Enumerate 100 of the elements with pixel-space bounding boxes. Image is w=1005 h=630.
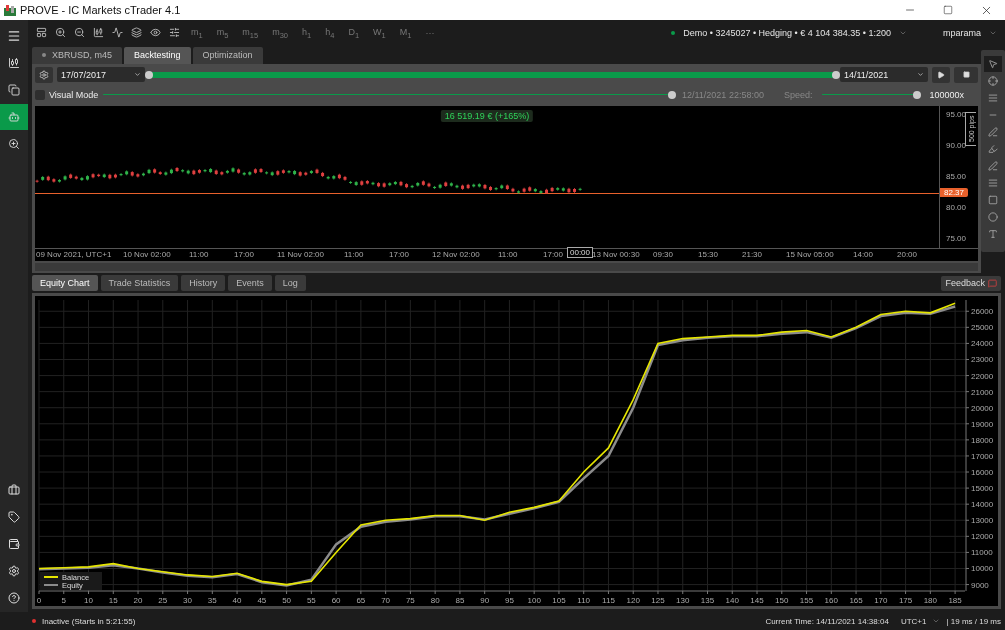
axis-label: 24000 [971,339,994,349]
axis-label: 9000 [971,580,989,590]
candlestick-icon [8,57,20,69]
axis-label: 25000 [971,323,994,333]
price-tag: 82.37 [940,188,969,198]
robot-icon [8,111,20,123]
axis-label: 35 [207,596,217,605]
zoom-out-icon[interactable] [74,27,85,39]
axis-label: 5 [61,596,66,605]
axis-label: 30 [183,596,192,605]
axis-label: 40 [232,596,242,605]
timeframe-button[interactable]: m$_{15}$ [239,26,262,40]
axis-label: 10 [84,596,93,605]
settings-button[interactable] [35,66,53,83]
axis-label: 13000 [971,516,994,526]
axis-label: 18000 [971,435,994,445]
caret-icon [917,71,924,79]
axis-label: 70 [381,596,391,605]
axis-label: 180 [923,596,937,605]
settings-icon[interactable] [169,27,180,39]
window-title: PROVE - IC Markets cTrader 4.1 [20,4,182,16]
chart-tab[interactable]: XBRUSD, m45 [32,46,123,64]
results-tab[interactable]: Equity Chart [32,275,98,291]
axis-label: 22000 [971,371,994,381]
axis-label: 85.00 [946,171,967,181]
chart-tab[interactable]: Optimization [192,46,263,64]
axis-label: 115 [602,596,615,605]
chart-tab[interactable]: Backtesting [124,46,191,64]
axis-label: 120 [626,596,640,605]
end-date-field[interactable]: 14/11/2021 [840,67,928,83]
results-tab[interactable]: Log [274,275,306,291]
feedback-button[interactable]: Feedback [941,275,1001,291]
text-icon [988,228,998,239]
axis-label: 17:00 [389,250,410,259]
axis-label: 17:00 [543,250,564,259]
checkbox-label: Visual Mode [49,89,99,100]
axis-label: 20000 [971,403,994,413]
results-tab[interactable]: Trade Statistics [100,275,179,291]
caret-icon [932,617,941,625]
cursor-time: 00:00 [567,247,594,258]
axis-label: 17000 [971,451,994,461]
axis-label: 15:30 [698,250,719,259]
timeframe-button[interactable]: M$_{1}$ [396,26,415,40]
axis-label: 95.00 [946,109,967,119]
latency-text: | 19 ms / 19 ms [946,616,1001,626]
axis-label: 165 [849,596,863,605]
timeframe-button[interactable]: m$_{30}$ [269,26,292,40]
axis-label: 185 [948,596,962,605]
results-tab[interactable]: History [181,275,226,291]
axis-label: 25 [158,596,168,605]
account-summary[interactable]: Demo • 3245027 • Hedging • € 4 104 384.35 • 1:200 [683,27,891,38]
axis-label: 110 [577,596,591,605]
menu-icon [7,29,21,43]
axis-label: 15 [108,596,118,605]
timeframe-button[interactable]: h$_{1}$ [299,26,315,40]
eye-icon[interactable] [150,27,161,39]
layout-icon[interactable] [36,27,47,39]
start-date-field[interactable]: 17/07/2017 [57,67,145,83]
axis-label: 130 [676,596,690,605]
user-name[interactable]: mparama [943,27,981,38]
checkbox[interactable] [35,89,45,100]
more-button[interactable]: ··· [422,27,438,38]
axis-label: 100 [527,596,541,605]
caret-icon [134,71,141,79]
crosshair-icon [988,75,998,86]
candlestick-icon[interactable] [93,27,104,39]
timeframe-button[interactable]: h$_{4}$ [322,26,338,40]
circle-icon [988,211,998,222]
results-tab[interactable]: Events [228,275,272,291]
axis-label: 20:00 [897,250,918,259]
axis-label: 16000 [971,468,994,478]
axis-label: 12 Nov 02:00 [432,250,480,259]
axis-label: 14:00 [853,250,874,259]
stop-icon [962,71,970,79]
timeframe-button[interactable]: m$_{5}$ [213,26,232,40]
stop-button[interactable] [954,66,978,83]
timeframe-button[interactable]: m$_{1}$ [188,26,206,40]
speed-value[interactable]: 100000x [929,89,964,100]
maximize-icon [943,5,953,15]
chat-icon [988,278,997,288]
axis-label: 175 [898,596,913,605]
wallet-icon [8,538,20,550]
timezone-selector[interactable]: UTC+1 [900,616,927,626]
lines-icon [988,92,998,103]
axis-label: 11000 [971,548,993,558]
play-icon [937,70,945,79]
play-button[interactable] [932,66,950,83]
axis-label: 145 [750,596,764,605]
axis-label: 85 [455,596,465,605]
help-icon [8,592,20,604]
pointer-tool[interactable] [984,55,1002,72]
axis-label: 20 [133,596,143,605]
zoom-in-icon[interactable] [55,27,66,39]
pen-icon [988,160,998,171]
timeframe-button[interactable]: W$_{1}$ [370,26,389,40]
axis-label: 90 [480,596,490,605]
layers-icon[interactable] [131,27,142,39]
timeframe-button[interactable]: D$_{1}$ [345,26,363,40]
axis-label: 19000 [971,419,994,429]
axis-label: 150 [775,596,789,605]
